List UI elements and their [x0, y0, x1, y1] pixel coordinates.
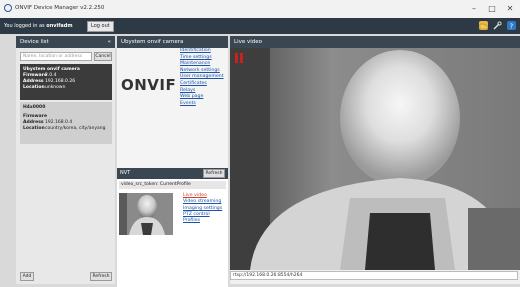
svg-text:?: ? — [510, 23, 514, 31]
top-bar: You logged in as onvifadm Log out ? — [0, 18, 520, 34]
live-video-header: Live video — [230, 36, 520, 48]
link-user-management[interactable]: User management — [180, 74, 224, 81]
link-imaging-settings[interactable]: Imaging settings — [183, 206, 222, 212]
folder-icon[interactable] — [479, 21, 488, 30]
video-thumbnail[interactable] — [119, 193, 173, 235]
location-label: Location — [23, 85, 45, 90]
address-value: 192.168.0.26 — [45, 79, 76, 84]
location-value: country/korea, city/anyang — [45, 126, 106, 131]
tools-icon[interactable] — [493, 21, 502, 30]
cancel-button[interactable]: Cancel — [94, 52, 112, 61]
maximize-button[interactable]: □ — [485, 3, 499, 15]
profile-panel: video_src_token: CurrentProfile Live vid… — [117, 179, 228, 287]
pause-icon[interactable] — [235, 53, 238, 63]
help-icon[interactable]: ? — [507, 21, 516, 31]
location-label: Location — [23, 126, 45, 131]
stream-url: rtsp://192.168.0.26:8554/h264 — [230, 271, 518, 280]
window-title: ONVIF Device Manager v2.2.250 — [15, 5, 105, 11]
link-profiles[interactable]: Profiles — [183, 218, 222, 224]
address-value: 192.168.0.4 — [45, 120, 73, 125]
username: onvifadm — [46, 23, 73, 29]
app-icon — [4, 4, 12, 12]
minimize-button[interactable]: – — [467, 3, 481, 15]
link-certificates[interactable]: Certificates — [180, 81, 224, 88]
live-video-view[interactable] — [230, 48, 520, 270]
add-device-button[interactable]: Add — [20, 272, 34, 281]
nvt-title: NVT — [120, 170, 131, 176]
device-item[interactable]: H4x0000 Firmware Address192.168.0.4 Loca… — [20, 102, 112, 144]
login-prefix: You logged in as — [4, 23, 45, 29]
close-button[interactable]: ✕ — [503, 3, 517, 15]
location-value: unknown — [45, 85, 66, 90]
link-video-streaming[interactable]: Video streaming — [183, 199, 222, 205]
title-bar: ONVIF Device Manager v2.2.250 – □ ✕ — [0, 0, 520, 18]
logout-button[interactable]: Log out — [87, 21, 114, 32]
device-search-input[interactable]: Name, location or address — [20, 52, 92, 61]
link-events[interactable]: Events — [180, 101, 224, 108]
link-web-page[interactable]: Web page — [180, 94, 224, 101]
profile-title: video_src_token: CurrentProfile — [119, 181, 226, 189]
link-identification[interactable]: Identification — [180, 48, 224, 55]
device-list-header: Device list « — [16, 36, 115, 48]
device-list-title: Device list — [20, 39, 49, 45]
firmware-value: 2.0.4 — [45, 73, 57, 78]
device-list-panel: Device list « Name, location or address … — [16, 36, 115, 284]
link-maintenance[interactable]: Maintenance — [180, 61, 224, 68]
collapse-icon[interactable]: « — [108, 36, 111, 48]
live-video-panel: Live video rtsp://192.168.0.26:8554/h264 — [230, 36, 520, 284]
device-panel-header: Ubystem onvif camera — [117, 36, 228, 48]
device-settings-links: Identification Time settings Maintenance… — [180, 48, 224, 107]
onvif-logo: ONVIF — [121, 76, 177, 94]
device-panel: Ubystem onvif camera ONVIF Identificatio… — [117, 36, 228, 287]
nvt-refresh-button[interactable]: Refresh — [203, 169, 225, 178]
pause-icon-bar — [240, 53, 243, 63]
login-status: You logged in as onvifadm — [4, 23, 73, 29]
profile-links: Live video Video streaming Imaging setti… — [183, 193, 222, 224]
device-item[interactable]: Ubystem onvif camera Firmware2.0.4 Addre… — [20, 64, 112, 100]
refresh-devices-button[interactable]: Refresh — [90, 272, 112, 281]
